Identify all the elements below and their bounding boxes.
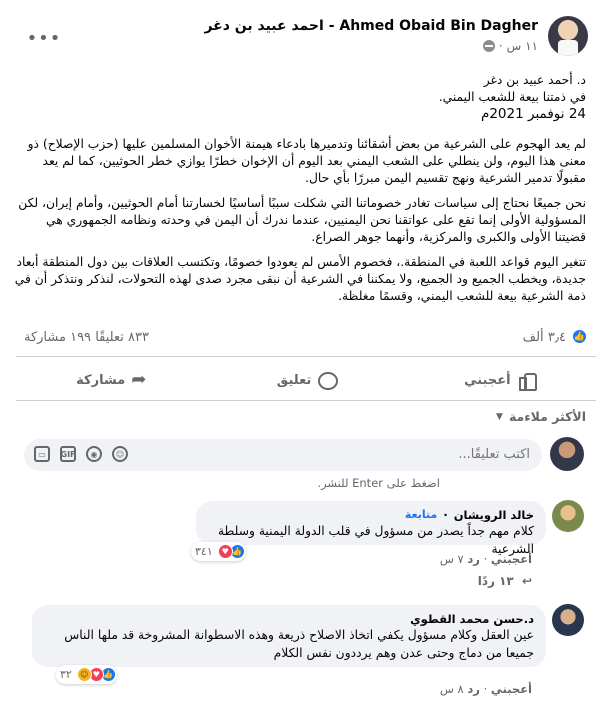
comment-actions: أعجبني · رد ٧ س [439,552,532,566]
comment-reaction-count: ٣٢ [60,668,72,681]
comment-reaction-count: ٣٤١ [195,545,213,558]
comment-input[interactable] [290,439,530,471]
divider [16,356,596,357]
comment-like-button[interactable]: أعجبني [491,682,532,696]
enter-hint: اضغط على Enter للنشر. [317,476,440,490]
post-time[interactable]: ١١ س [507,39,538,53]
reactions-summary: 👍 ٣٫٤ ألف ٨٣٣ تعليقًا ١٩٩ مشاركة [24,328,588,350]
reply-arrow-icon: ↩ [521,574,532,588]
sort-label: الأكثر ملاءمة [508,409,586,424]
divider [16,400,596,401]
love-reaction-icon: ♥ [217,544,233,559]
post-stats: ٨٣٣ تعليقًا ١٩٩ مشاركة [24,330,149,345]
meta-separator: · [498,39,503,53]
signature-date: 24 نوفمبر 2021م [480,106,586,122]
like-reaction-icon: 👍 [571,328,588,345]
like-button[interactable]: أعجبني [403,364,596,396]
comment-time[interactable]: ٧ س [440,552,464,566]
comment-sort-dropdown[interactable]: الأكثر ملاءمة ▼ [496,409,586,424]
author-avatar[interactable] [548,16,588,56]
post-text: د. أحمد عبيد بن دغر في ذمتنا بيعة للشعب … [14,72,586,313]
comment-icon [317,371,339,390]
composer-tools: ▭ GIF ◉ ☺ [34,446,128,462]
share-button[interactable]: مشاركة [16,364,209,396]
more-icon: ••• [26,27,62,49]
thumbs-up-icon [517,371,537,391]
post-actions: أعجبني تعليق مشاركة [16,364,596,396]
share-icon [131,369,149,390]
replies-count: ١٣ ردًا [477,574,514,588]
comment-author[interactable]: د.حسن محمد القطوي [410,612,534,626]
comment-bubble: خالد الرويشان · متابعة كلام مهم جداً يصد… [196,501,546,556]
share-label: مشاركة [76,372,126,388]
comment-author[interactable]: خالد الرويشان [454,508,534,522]
current-user-avatar[interactable] [550,437,584,471]
commenter-avatar[interactable] [552,604,584,636]
camera-icon[interactable]: ◉ [86,446,102,462]
reactions-count[interactable]: ٣٫٤ ألف [523,330,566,345]
comment-reply-button[interactable]: رد [467,552,480,566]
chevron-down-icon: ▼ [496,411,503,422]
follow-button[interactable]: متابعة [405,508,437,522]
comment-like-button[interactable]: أعجبني [491,552,532,566]
comment-reply-button[interactable]: رد [467,682,480,696]
comment-bubble: د.حسن محمد القطوي عين العقل وكلام مسؤول … [32,605,546,667]
comment-separator: · [443,508,448,522]
author-name[interactable]: Ahmed Obaid Bin Dagher - احمد عبيد بن دغ… [204,18,538,34]
post-meta: ١١ س · [482,39,538,53]
comment-actions: أعجبني · رد ٨ س [439,682,532,696]
emoji-icon[interactable]: ☺ [112,446,128,462]
comment-text-line-2: جميعا من دماج وحتى عدن وهم يرددون نفس ال… [273,646,534,660]
comment-button[interactable]: تعليق [209,364,402,396]
post-paragraph-1: لم يعد الهجوم على الشرعية من بعض أشقائنا… [27,137,586,185]
comment-reactions[interactable]: 👍 ♥ ☺ ٣٢ [56,665,117,684]
reaction-icons[interactable]: 👍 [571,328,588,345]
shares-count[interactable]: ١٩٩ مشاركة [24,330,91,345]
comment-time[interactable]: ٨ س [440,682,464,696]
comments-count[interactable]: ٨٣٣ تعليقًا [95,330,149,345]
sticker-icon[interactable]: ▭ [34,446,50,462]
signature-pledge: في ذمتنا بيعة للشعب اليمني. [438,90,586,104]
comment-label: تعليق [276,372,312,388]
signature-name: د. أحمد عبيد بن دغر [483,73,586,87]
globe-icon[interactable] [482,40,495,52]
comment-reactions[interactable]: 👍 ♥ ٣٤١ [191,542,246,561]
commenter-avatar[interactable] [552,500,584,532]
more-options-button[interactable]: ••• [26,20,62,56]
comment-composer[interactable]: ▭ GIF ◉ ☺ [24,439,542,471]
haha-reaction-icon: ☺ [76,667,92,682]
view-replies-link[interactable]: ↩ ١٣ ردًا [478,574,532,588]
post-paragraph-2: نحن جميعًا نحتاج إلى سياسات تغادر خصومات… [18,196,586,244]
post-header: Ahmed Obaid Bin Dagher - احمد عبيد بن دغ… [0,0,612,64]
gif-icon[interactable]: GIF [60,446,76,462]
like-label: أعجبني [464,372,511,388]
comment-text-line-1: عين العقل وكلام مسؤول يكفي اتخاذ الاصلاح… [64,628,534,642]
post-paragraph-3: تتغير اليوم قواعد اللعبة في المنطقة.، فخ… [14,255,586,303]
